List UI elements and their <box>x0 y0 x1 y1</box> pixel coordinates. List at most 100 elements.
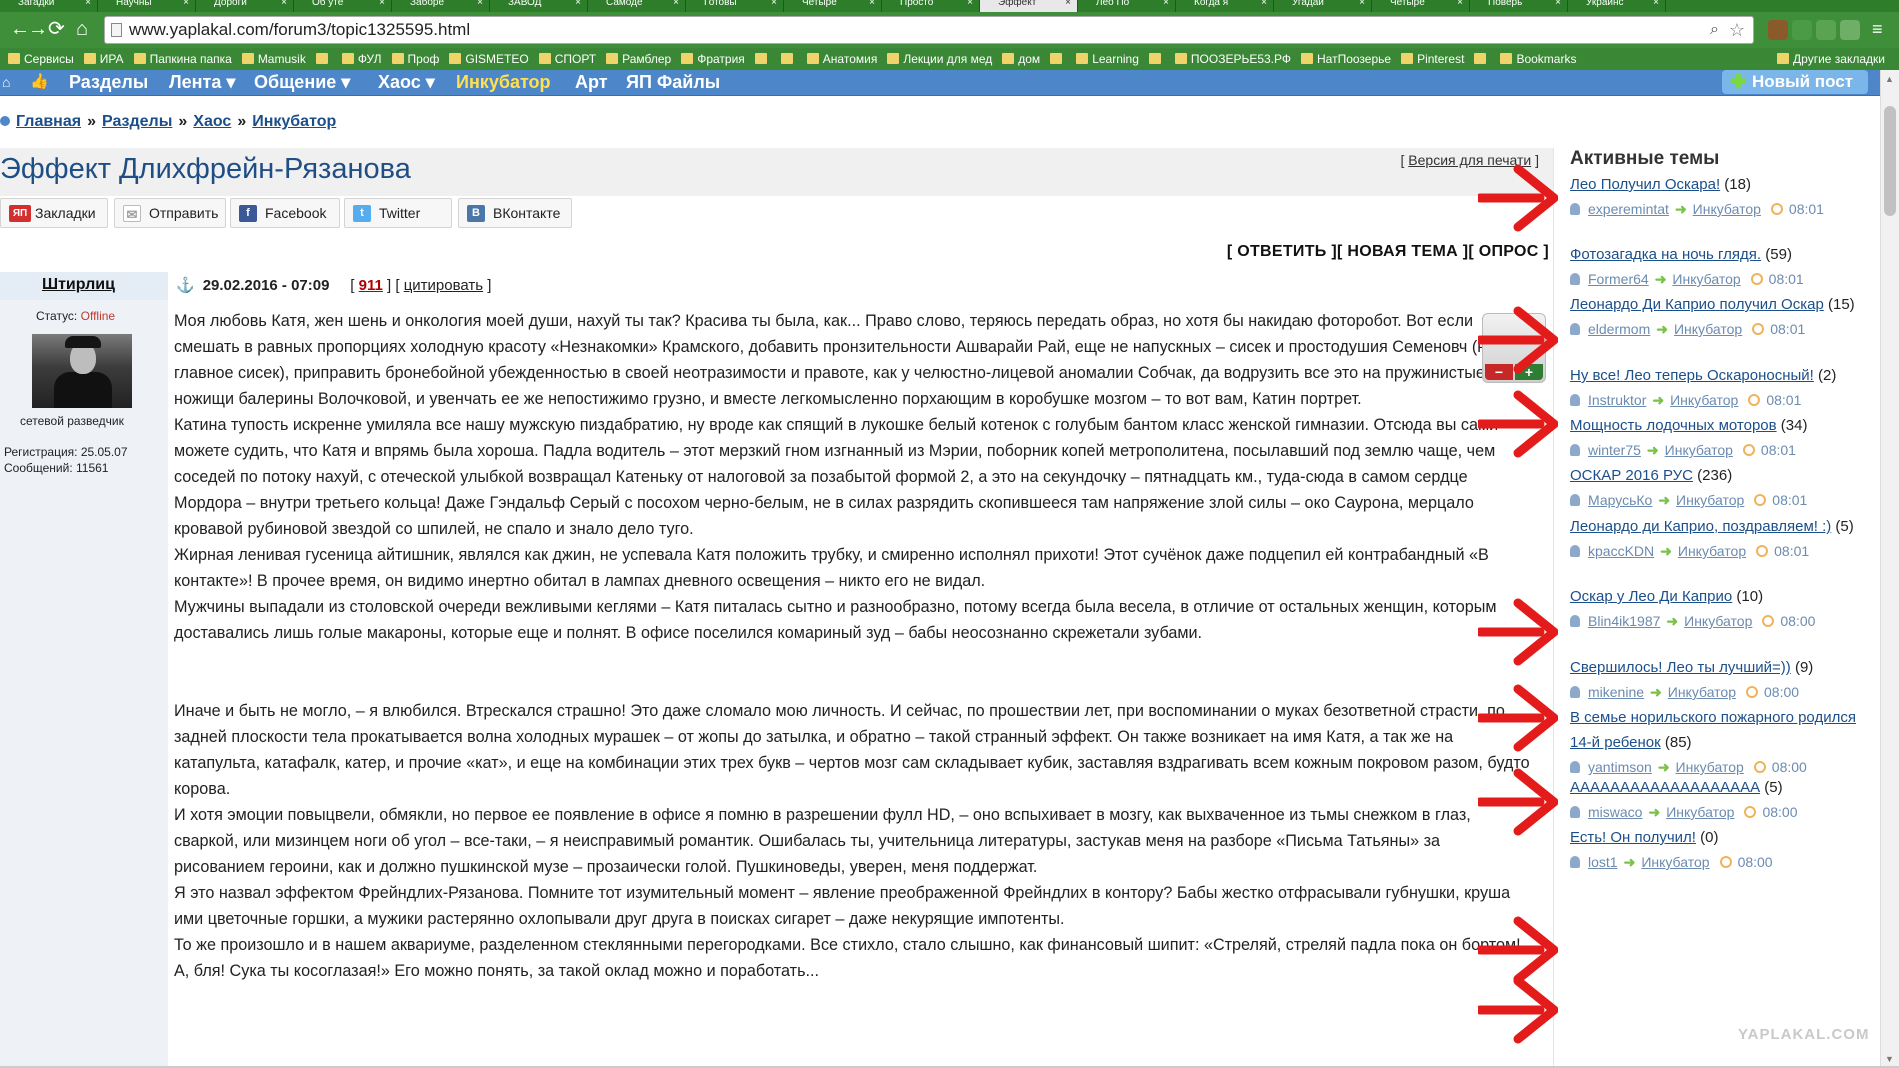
topic-section[interactable]: Инкубатор <box>1670 392 1738 408</box>
topic-section[interactable]: Инкубатор <box>1665 442 1733 458</box>
close-icon[interactable]: × <box>477 0 483 8</box>
author-name[interactable]: Штирлиц <box>42 276 115 294</box>
extension-icon[interactable] <box>1816 20 1836 40</box>
bookmark-item[interactable]: Сервисы <box>4 48 80 70</box>
bookmark-item[interactable]: дом <box>998 48 1046 70</box>
topic-section[interactable]: Инкубатор <box>1676 492 1744 508</box>
close-icon[interactable]: × <box>1261 0 1267 8</box>
close-icon[interactable]: × <box>1065 0 1071 8</box>
browser-tab[interactable]: Научны × <box>98 0 196 12</box>
topic-section[interactable]: Инкубатор <box>1693 201 1761 217</box>
bookmark-star-icon[interactable]: ☆ <box>1729 17 1745 43</box>
nav-item-files[interactable]: ЯП Файлы <box>626 70 720 94</box>
topic-author[interactable]: lost1 <box>1588 854 1618 870</box>
topic-link[interactable]: Свершилось! Лео ты лучший=)) <box>1570 659 1791 676</box>
browser-tab[interactable]: Четыре × <box>784 0 882 12</box>
bookmark-item[interactable] <box>777 48 803 70</box>
bookmark-item[interactable]: ПООЗЕРЬЕ53.РФ <box>1171 48 1297 70</box>
scrollbar-thumb[interactable] <box>1884 106 1896 216</box>
twitter-share-button[interactable]: t Twitter <box>344 198 452 228</box>
nav-item-sections[interactable]: Разделы <box>69 70 148 94</box>
topic-author[interactable]: МарусьКо <box>1588 492 1652 508</box>
topic-author[interactable]: winter75 <box>1588 442 1641 458</box>
bookmark-item[interactable]: ИРА <box>80 48 130 70</box>
topic-link[interactable]: Фотозагадка на ночь глядя. <box>1570 246 1761 263</box>
address-bar[interactable]: www.yaplakal.com/forum3/topic1325595.htm… <box>104 16 1754 44</box>
extension-icon[interactable] <box>1792 20 1812 40</box>
bookmark-item[interactable]: СПОРТ <box>535 48 602 70</box>
bookmark-item[interactable]: Лекции для мед <box>883 48 998 70</box>
menu-icon[interactable]: ≡ <box>1872 18 1883 40</box>
topic-author[interactable]: miswaco <box>1588 804 1642 820</box>
browser-tab[interactable]: Загадки × <box>0 0 98 12</box>
bookmark-item[interactable]: Анатомия <box>803 48 884 70</box>
facebook-share-button[interactable]: f Facebook <box>230 198 340 228</box>
topic-link[interactable]: ААААААААААААААААААА <box>1570 779 1760 796</box>
bookmark-item[interactable]: GISMETEO <box>445 48 534 70</box>
home-icon[interactable]: ⌂ <box>2 70 10 94</box>
browser-tab[interactable]: Угадай × <box>1274 0 1372 12</box>
topic-section[interactable]: Инкубатор <box>1668 684 1736 700</box>
nav-item-communication[interactable]: Общение ▾ <box>254 70 350 94</box>
anchor-icon[interactable]: ⚓ <box>176 277 195 294</box>
nav-item-feed[interactable]: Лента ▾ <box>169 70 235 94</box>
close-icon[interactable]: × <box>575 0 581 8</box>
new-topic-button[interactable]: НОВАЯ ТЕМА <box>1347 243 1458 260</box>
nav-item-chaos[interactable]: Хаос ▾ <box>378 70 435 94</box>
topic-link[interactable]: Есть! Он получил! <box>1570 829 1696 846</box>
magnifier-icon[interactable]: ⌕ <box>1710 17 1719 43</box>
close-icon[interactable]: × <box>1359 0 1365 8</box>
bookmark-item[interactable] <box>312 48 338 70</box>
topic-link[interactable]: В семье норильского пожарного родился 14… <box>1570 709 1856 751</box>
close-icon[interactable]: × <box>1555 0 1561 8</box>
browser-tab[interactable]: Об уте × <box>294 0 392 12</box>
topic-author[interactable]: mikenine <box>1588 684 1644 700</box>
bookmarks-share-button[interactable]: ЯП Закладки <box>0 198 108 228</box>
topic-author[interactable]: experemintat <box>1588 201 1669 217</box>
browser-tab[interactable]: ЗАВОД × <box>490 0 588 12</box>
topic-author[interactable]: Former64 <box>1588 271 1649 287</box>
bookmark-item[interactable] <box>1046 48 1072 70</box>
scrollbar[interactable]: ▲ ▼ <box>1880 70 1899 1068</box>
topic-author[interactable]: Blin4ik1987 <box>1588 613 1660 629</box>
like-icon[interactable]: 👍 <box>30 70 49 94</box>
nav-item-incubator[interactable]: Инкубатор <box>456 70 551 94</box>
topic-author[interactable]: kpaccKDN <box>1588 543 1654 559</box>
avatar[interactable] <box>32 334 132 408</box>
scroll-down-icon[interactable]: ▼ <box>1885 1054 1894 1064</box>
browser-tab[interactable]: Готовы × <box>686 0 784 12</box>
bookmark-item[interactable]: Проф <box>388 48 446 70</box>
topic-author[interactable]: Instruktor <box>1588 392 1646 408</box>
send-share-button[interactable]: ✉ Отправить <box>114 198 226 228</box>
topic-link[interactable]: Лео Получил Оскара! <box>1570 176 1720 193</box>
topic-section[interactable]: Инкубатор <box>1678 543 1746 559</box>
topic-section[interactable]: Инкубатор <box>1674 321 1742 337</box>
close-icon[interactable]: × <box>967 0 973 8</box>
topic-section[interactable]: Инкубатор <box>1666 804 1734 820</box>
scroll-up-icon[interactable]: ▲ <box>1885 74 1894 84</box>
bookmark-item[interactable]: Mamusik <box>238 48 312 70</box>
topic-section[interactable]: Инкубатор <box>1672 271 1740 287</box>
bookmark-item[interactable]: Bookmarks <box>1496 48 1582 70</box>
vk-share-button[interactable]: B ВКонтакте <box>458 198 572 228</box>
breadcrumb-home[interactable]: Главная <box>16 113 81 130</box>
browser-tab[interactable]: Просто × <box>882 0 980 12</box>
nav-item-art[interactable]: Арт <box>575 70 608 94</box>
poll-button[interactable]: ОПРОС <box>1479 243 1539 260</box>
post-rating[interactable]: 911 <box>359 277 383 294</box>
close-icon[interactable]: × <box>869 0 875 8</box>
browser-tab[interactable]: Лео По × <box>1078 0 1176 12</box>
extension-icon[interactable] <box>1840 20 1860 40</box>
forward-icon[interactable]: → <box>28 18 48 40</box>
topic-link[interactable]: Леонардо Ди Каприо получил Оскар <box>1570 296 1824 313</box>
bookmark-item[interactable]: ФУЛ <box>338 48 388 70</box>
close-icon[interactable]: × <box>85 0 91 8</box>
topic-author[interactable]: eldermom <box>1588 321 1650 337</box>
browser-tab[interactable]: Четыре × <box>1372 0 1470 12</box>
close-icon[interactable]: × <box>771 0 777 8</box>
browser-tab[interactable]: Заборе × <box>392 0 490 12</box>
topic-link[interactable]: ОСКАР 2016 РУС <box>1570 467 1693 484</box>
browser-tab[interactable]: Поверь × <box>1470 0 1568 12</box>
breadcrumb-chaos[interactable]: Хаос <box>193 113 231 130</box>
topic-link[interactable]: Мощность лодочных моторов <box>1570 417 1777 434</box>
